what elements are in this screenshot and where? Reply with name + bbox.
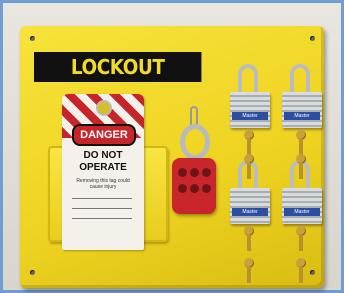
padlock: Master xyxy=(230,64,270,128)
padlock-brand: Master xyxy=(284,112,320,120)
padlock: Master xyxy=(230,160,270,224)
padlock-body: Master xyxy=(230,188,270,224)
board-screw xyxy=(30,270,35,275)
padlock-brand: Master xyxy=(232,112,268,120)
padlock-key xyxy=(244,130,254,156)
board-screw xyxy=(310,270,315,275)
padlock: Master xyxy=(282,64,322,128)
lockout-hasp xyxy=(172,158,216,214)
padlock-shackle xyxy=(290,64,310,94)
hasp-hole xyxy=(190,184,199,193)
padlock-key xyxy=(296,154,306,180)
board-screw xyxy=(30,36,35,41)
tag-danger-header: DANGER xyxy=(72,124,136,146)
tag-line-2: OPERATE xyxy=(79,162,127,173)
padlock-body: Master xyxy=(282,188,322,224)
padlock-body: Master xyxy=(230,92,270,128)
padlock-key xyxy=(244,226,254,252)
padlock-brand: Master xyxy=(232,208,268,216)
hasp-shackle xyxy=(180,124,210,160)
tag-line-1: DO NOT xyxy=(83,150,123,161)
padlock-key xyxy=(244,258,254,284)
padlock-key xyxy=(296,258,306,284)
padlock-key xyxy=(244,154,254,180)
hasp-hole xyxy=(202,184,211,193)
danger-tag: DANGER DO NOT OPERATE Removing this tag … xyxy=(62,94,144,250)
lockout-station-sign: LOCKOUT STATION xyxy=(34,52,202,109)
padlock-body: Master xyxy=(282,92,322,128)
hasp-hole xyxy=(190,168,199,177)
board-screw xyxy=(310,36,315,41)
padlock: Master xyxy=(282,160,322,224)
tag-small-text: Removing this tag could cause injury xyxy=(76,178,130,190)
padlock-key xyxy=(296,226,306,252)
padlock-key xyxy=(296,130,306,156)
tag-grommet xyxy=(96,100,112,116)
tag-write-line xyxy=(72,218,132,219)
hasp-hole xyxy=(178,184,187,193)
hasp-hole xyxy=(202,168,211,177)
hasp-hole xyxy=(178,168,187,177)
padlock-shackle xyxy=(238,64,258,94)
tag-write-line xyxy=(72,198,132,199)
tag-write-line xyxy=(72,208,132,209)
hasp-hook xyxy=(190,106,198,126)
padlock-brand: Master xyxy=(284,208,320,216)
